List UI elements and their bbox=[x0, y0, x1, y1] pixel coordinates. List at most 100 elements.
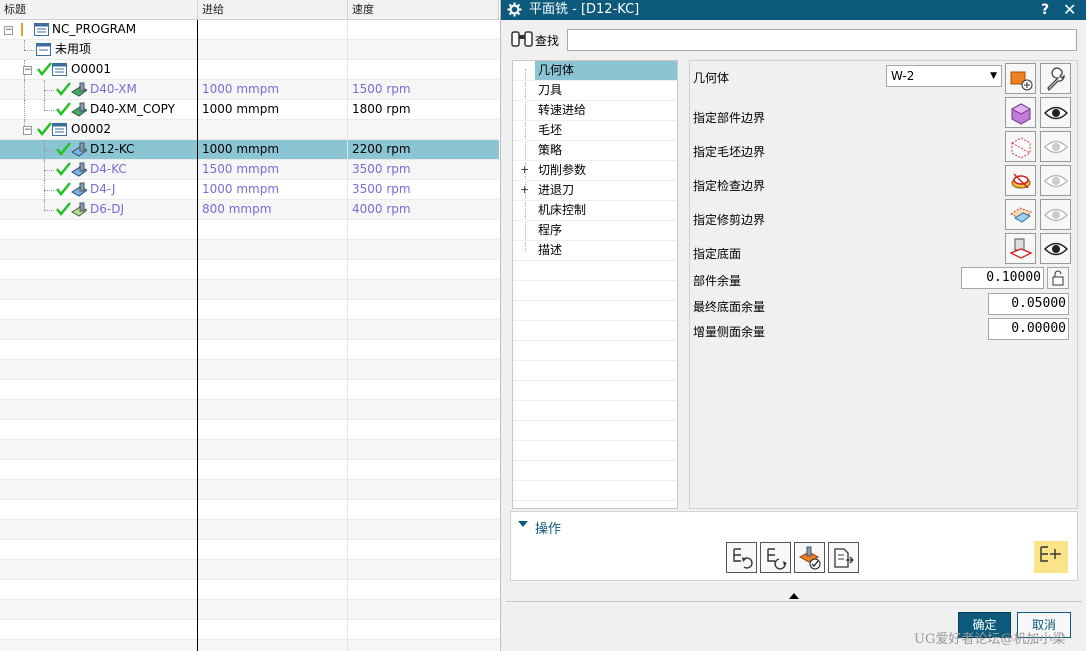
check-boundary-icon bbox=[1011, 173, 1031, 189]
check-icon bbox=[56, 82, 71, 96]
navigator-rows: − NC_PROGRAM 未用项 − O0001 D40-XM 1000 mmp… bbox=[0, 20, 499, 651]
operations-title[interactable]: 操作 bbox=[535, 518, 561, 537]
close-button[interactable]: ✕ bbox=[1063, 0, 1081, 20]
floor-button[interactable] bbox=[1005, 233, 1036, 264]
category-item[interactable]: 几何体 bbox=[513, 61, 677, 81]
table-row[interactable]: D6-DJ 800 mmpm 4000 rpm bbox=[0, 200, 499, 220]
empty-row bbox=[0, 380, 499, 400]
verify-button[interactable] bbox=[794, 542, 825, 573]
column-divider[interactable] bbox=[347, 20, 348, 651]
speed-value: 3500 rpm bbox=[352, 162, 411, 176]
category-item[interactable]: 刀具 bbox=[513, 81, 677, 101]
table-row[interactable]: D40-XM 1000 mmpm 1500 rpm bbox=[0, 80, 499, 100]
check-boundary-button[interactable] bbox=[1005, 165, 1036, 196]
eye-icon bbox=[1043, 106, 1069, 120]
empty-item bbox=[513, 341, 677, 361]
trim-boundary-display-button[interactable] bbox=[1040, 199, 1071, 230]
feed-value: 1000 mmpm bbox=[202, 82, 280, 96]
table-row[interactable]: 未用项 bbox=[0, 40, 499, 60]
empty-item bbox=[513, 421, 677, 441]
lock-button[interactable] bbox=[1047, 267, 1069, 289]
feed-value: 1000 mmpm bbox=[202, 182, 280, 196]
column-header-speed[interactable]: 速度 bbox=[348, 0, 499, 20]
check-icon bbox=[56, 162, 71, 176]
check-icon bbox=[37, 122, 52, 136]
category-item[interactable]: 程序 bbox=[513, 221, 677, 241]
geometry-select[interactable]: W-2 ▼ bbox=[886, 65, 1002, 87]
planar-mill-operation-icon bbox=[71, 162, 87, 177]
table-row[interactable]: − O0001 bbox=[0, 60, 499, 80]
category-item[interactable]: 机床控制 bbox=[513, 201, 677, 221]
column-divider[interactable] bbox=[197, 20, 198, 651]
column-header-name[interactable]: 标题 bbox=[0, 0, 198, 20]
part-boundary-display-button[interactable] bbox=[1040, 97, 1071, 128]
list-button[interactable] bbox=[828, 542, 859, 573]
category-item[interactable]: 转速进给 bbox=[513, 101, 677, 121]
operations-panel: 操作 bbox=[510, 511, 1078, 581]
operation-navigator: 标题 进给 速度 − NC_PROGRAM 未用项 − O0001 D40-XM… bbox=[0, 0, 499, 651]
nx-window: 标题 进给 速度 − NC_PROGRAM 未用项 − O0001 D40-XM… bbox=[0, 0, 1086, 651]
floor-label: 指定底面 bbox=[693, 247, 742, 261]
final-floor-stock-field[interactable]: 0.05000 bbox=[988, 293, 1069, 315]
category-item[interactable]: 毛坯 bbox=[513, 121, 677, 141]
eye-icon bbox=[1043, 208, 1069, 222]
empty-row bbox=[0, 480, 499, 500]
part-boundary-icon bbox=[1010, 103, 1032, 125]
empty-item bbox=[513, 461, 677, 481]
collapse-up-icon[interactable] bbox=[789, 593, 799, 600]
blank-boundary-button[interactable] bbox=[1005, 131, 1036, 162]
empty-item bbox=[513, 441, 677, 461]
check-boundary-label: 指定检查边界 bbox=[693, 179, 766, 193]
table-row[interactable]: − O0002 bbox=[0, 120, 499, 140]
part-stock-field[interactable]: 0.10000 bbox=[961, 267, 1044, 289]
blank-boundary-display-button[interactable] bbox=[1040, 131, 1071, 162]
custom-operation-button[interactable] bbox=[1034, 541, 1068, 573]
collapse-toggle[interactable]: − bbox=[23, 126, 32, 135]
side-stock-increment-field[interactable]: 0.00000 bbox=[988, 318, 1069, 340]
new-geometry-button[interactable] bbox=[1005, 63, 1036, 94]
dialog-titlebar[interactable]: 平面铣 - [D12-KC] ? ✕ bbox=[501, 0, 1086, 20]
part-boundary-button[interactable] bbox=[1005, 97, 1036, 128]
column-header-feed[interactable]: 进给 bbox=[198, 0, 348, 20]
empty-row bbox=[0, 300, 499, 320]
trim-boundary-button[interactable] bbox=[1005, 199, 1036, 230]
eye-icon bbox=[1043, 140, 1069, 154]
category-label: 机床控制 bbox=[538, 203, 587, 217]
check-boundary-display-button[interactable] bbox=[1040, 165, 1071, 196]
generate-button[interactable] bbox=[726, 542, 757, 573]
empty-row bbox=[0, 620, 499, 640]
lock-icon bbox=[1052, 270, 1064, 286]
category-item[interactable]: + 切削参数 bbox=[513, 161, 677, 181]
collapse-caret-icon[interactable] bbox=[518, 521, 528, 529]
table-row[interactable]: D40-XM_COPY 1000 mmpm 1800 rpm bbox=[0, 100, 499, 120]
table-row[interactable]: D4-KC 1500 mmpm 3500 rpm bbox=[0, 160, 499, 180]
geometry-select-value: W-2 bbox=[891, 69, 915, 83]
blank-boundary-icon bbox=[1011, 137, 1031, 159]
collapse-toggle[interactable]: − bbox=[23, 66, 32, 75]
check-icon bbox=[37, 62, 52, 76]
geometry-label: 几何体 bbox=[693, 71, 730, 85]
replay-toolpath-icon bbox=[767, 548, 787, 570]
collapse-toggle[interactable]: − bbox=[4, 26, 13, 35]
category-item[interactable]: 策略 bbox=[513, 141, 677, 161]
help-button[interactable]: ? bbox=[1041, 0, 1057, 20]
expand-icon[interactable]: + bbox=[520, 183, 529, 196]
find-label: 查找 bbox=[535, 34, 560, 48]
floor-display-button[interactable] bbox=[1040, 233, 1071, 264]
list-toolpath-icon bbox=[834, 548, 854, 568]
final-floor-stock-label: 最终底面余量 bbox=[693, 300, 766, 314]
table-row[interactable]: D4-J 1000 mmpm 3500 rpm bbox=[0, 180, 499, 200]
feed-value: 1000 mmpm bbox=[202, 102, 280, 116]
tree-label-operation: D4-KC bbox=[90, 162, 127, 176]
expand-icon[interactable]: + bbox=[520, 163, 529, 176]
navigator-header: 标题 进给 速度 bbox=[0, 0, 499, 20]
find-input[interactable] bbox=[567, 29, 1077, 51]
empty-item bbox=[513, 481, 677, 501]
table-row[interactable]: − NC_PROGRAM bbox=[0, 20, 499, 40]
category-item[interactable]: 描述 bbox=[513, 241, 677, 261]
speed-value: 1800 rpm bbox=[352, 102, 411, 116]
table-row-selected[interactable]: D12-KC 1000 mmpm 2200 rpm bbox=[0, 140, 499, 160]
edit-geometry-button[interactable] bbox=[1040, 63, 1071, 94]
replay-button[interactable] bbox=[760, 542, 791, 573]
category-item[interactable]: + 进退刀 bbox=[513, 181, 677, 201]
